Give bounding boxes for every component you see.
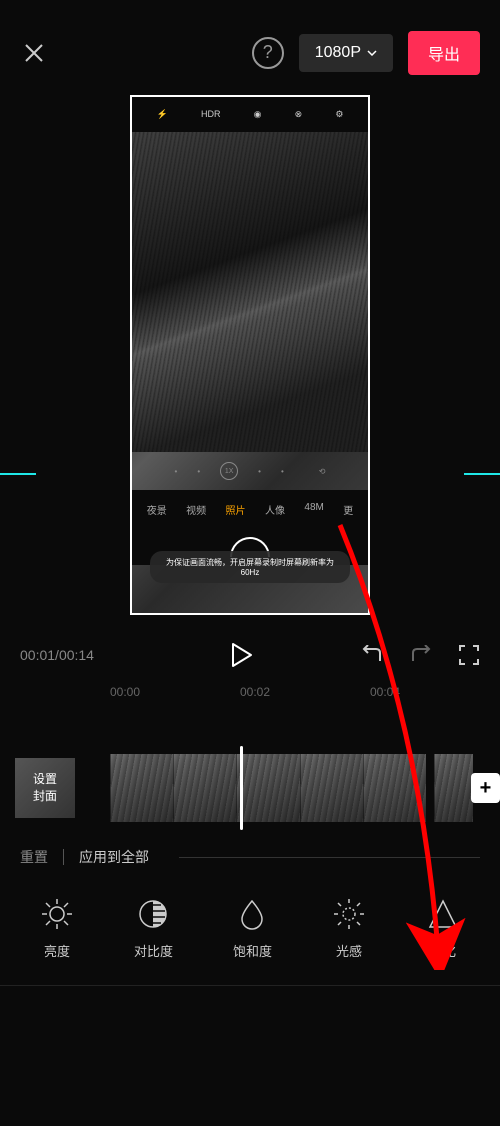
timeline[interactable]: 00:00 00:02 00:04 设置 封面 + bbox=[0, 685, 500, 822]
add-clip-button[interactable]: + bbox=[471, 773, 500, 803]
cover-label-1: 设置 bbox=[33, 771, 57, 788]
time-mark: 00:04 bbox=[370, 685, 500, 699]
set-cover-button[interactable]: 设置 封面 bbox=[15, 758, 75, 818]
flash-icon: ⚡ bbox=[157, 109, 168, 120]
adjust-tools-bar: 亮度 对比度 饱和度 bbox=[0, 882, 500, 986]
time-display: 00:01/00:14 bbox=[20, 647, 94, 663]
mode-portrait: 人像 bbox=[265, 502, 285, 517]
light-sense-tool[interactable]: 光感 bbox=[332, 897, 366, 960]
preview-content: ⚡ HDR ◉ ⊗ ⚙ •• 1X •• ⟲ 夜景 视频 照片 人像 48M 更 bbox=[132, 97, 368, 613]
apply-all-button[interactable]: 应用到全部 bbox=[79, 847, 149, 867]
phone-top-icons: ⚡ HDR ◉ ⊗ ⚙ bbox=[132, 97, 368, 132]
fullscreen-button[interactable] bbox=[458, 644, 480, 666]
clip-thumbnail[interactable] bbox=[110, 754, 173, 822]
settings-icon: ⚙ bbox=[335, 109, 343, 120]
resolution-label: 1080P bbox=[315, 44, 361, 62]
timeline-track[interactable]: 设置 封面 + bbox=[110, 754, 500, 822]
mode-night: 夜景 bbox=[147, 502, 167, 517]
hdr-icon: HDR bbox=[201, 109, 221, 120]
sharpen-tool[interactable]: 锐化 bbox=[426, 897, 460, 960]
phone-mode-selector: 夜景 视频 照片 人像 48M 更 bbox=[132, 490, 368, 529]
guide-line-right bbox=[464, 473, 500, 475]
contrast-icon bbox=[136, 897, 170, 931]
plus-icon: + bbox=[480, 777, 492, 800]
close-button[interactable] bbox=[20, 39, 48, 67]
play-icon bbox=[231, 642, 253, 668]
light-sense-icon bbox=[332, 897, 366, 931]
contrast-tool[interactable]: 对比度 bbox=[134, 897, 173, 960]
tool-label: 亮度 bbox=[44, 941, 70, 960]
export-button[interactable]: 导出 bbox=[408, 31, 480, 75]
playback-bar: 00:01/00:14 bbox=[0, 625, 500, 685]
help-button[interactable]: ? bbox=[252, 37, 284, 69]
chevron-down-icon bbox=[367, 50, 377, 56]
saturation-tool[interactable]: 饱和度 bbox=[233, 897, 272, 960]
clip-thumbnail[interactable] bbox=[173, 754, 236, 822]
clip-thumbnail[interactable] bbox=[300, 754, 363, 822]
filter-icon: ◉ bbox=[254, 109, 262, 120]
playback-controls-right bbox=[360, 644, 480, 666]
time-mark: 00:00 bbox=[110, 685, 240, 699]
adjust-option-bar: 重置 应用到全部 bbox=[0, 822, 500, 882]
guide-line-left bbox=[0, 473, 36, 475]
redo-button[interactable] bbox=[409, 645, 433, 665]
help-icon: ? bbox=[263, 42, 273, 63]
brightness-tool[interactable]: 亮度 bbox=[40, 897, 74, 960]
play-button[interactable] bbox=[231, 642, 253, 668]
preview-frame[interactable]: ⚡ HDR ◉ ⊗ ⚙ •• 1X •• ⟲ 夜景 视频 照片 人像 48M 更 bbox=[130, 95, 370, 615]
clip-thumbnail[interactable] bbox=[236, 754, 299, 822]
undo-button[interactable] bbox=[360, 645, 384, 665]
tool-label: 锐化 bbox=[430, 941, 456, 960]
top-bar-right: ? 1080P 导出 bbox=[252, 31, 480, 75]
mode-more: 更 bbox=[343, 502, 353, 517]
mode-48m: 48M bbox=[304, 502, 323, 517]
clip-thumbnail[interactable] bbox=[363, 754, 426, 822]
phone-toast: 为保证画面流畅，开启屏幕录制时屏幕刷新率为60Hz bbox=[150, 551, 350, 583]
clip-thumbnail[interactable] bbox=[434, 754, 473, 822]
reset-button[interactable]: 重置 bbox=[20, 847, 48, 867]
mode-video: 视频 bbox=[186, 502, 206, 517]
sharpen-icon bbox=[426, 897, 460, 931]
total-time: 00:14 bbox=[59, 647, 94, 663]
divider bbox=[63, 849, 64, 865]
time-ruler: 00:00 00:02 00:04 bbox=[110, 685, 500, 714]
tool-label: 对比度 bbox=[134, 941, 173, 960]
redo-icon bbox=[409, 645, 433, 665]
time-mark: 00:02 bbox=[240, 685, 370, 699]
saturation-icon bbox=[235, 897, 269, 931]
effect-icon: ⊗ bbox=[295, 109, 303, 120]
tool-label: 光感 bbox=[336, 941, 362, 960]
phone-zoom-controls: •• 1X •• ⟲ bbox=[132, 452, 368, 490]
undo-icon bbox=[360, 645, 384, 665]
zoom-indicator: 1X bbox=[220, 462, 238, 480]
adjust-slider[interactable] bbox=[179, 857, 480, 858]
close-icon bbox=[22, 41, 46, 65]
mode-photo: 照片 bbox=[226, 502, 246, 517]
preview-area: ⚡ HDR ◉ ⊗ ⚙ •• 1X •• ⟲ 夜景 视频 照片 人像 48M 更 bbox=[0, 85, 500, 625]
tool-label: 饱和度 bbox=[233, 941, 272, 960]
resolution-button[interactable]: 1080P bbox=[299, 34, 393, 72]
export-label: 导出 bbox=[428, 47, 460, 64]
cover-label-2: 封面 bbox=[33, 788, 57, 805]
phone-image-content bbox=[132, 132, 368, 452]
fullscreen-icon bbox=[458, 644, 480, 666]
current-time: 00:01 bbox=[20, 647, 55, 663]
playhead[interactable] bbox=[240, 746, 243, 830]
brightness-icon bbox=[40, 897, 74, 931]
top-bar: ? 1080P 导出 bbox=[0, 15, 500, 85]
